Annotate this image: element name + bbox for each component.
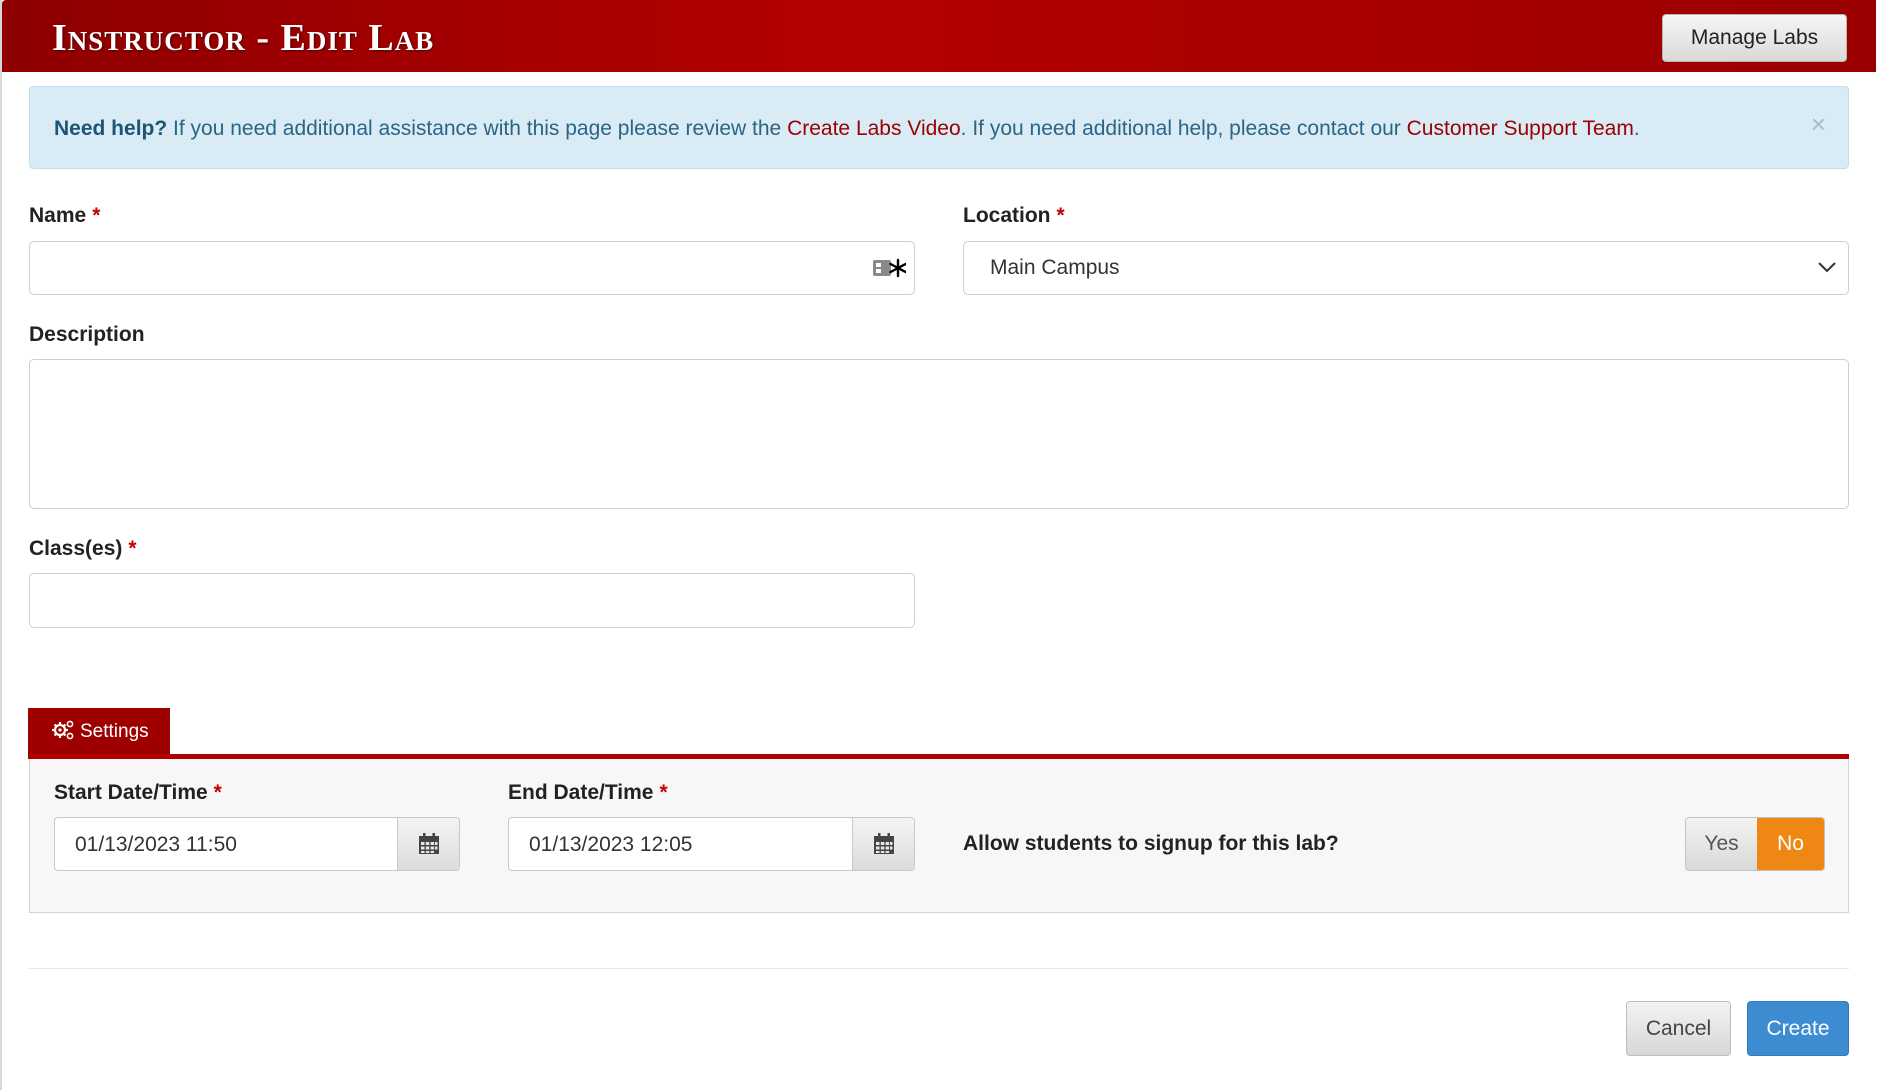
signup-yes-button[interactable]: Yes [1686,818,1757,870]
required-marker: * [659,781,668,804]
classes-label-text: Class(es) [29,537,123,560]
required-marker: * [1056,204,1065,227]
help-alert-text-2: . If you need additional help, please co… [960,117,1407,140]
page-title: Instructor - Edit Lab [52,17,435,59]
start-calendar-button[interactable] [397,818,459,870]
signup-toggle: Yes No [1685,817,1825,871]
start-datetime-label: Start Date/Time * [54,781,222,805]
help-alert: Need help? If you need additional assist… [29,86,1849,169]
calendar-icon [874,833,894,854]
description-label: Description [29,323,145,346]
password-manager-icon[interactable] [872,256,906,280]
create-labs-video-link[interactable]: Create Labs Video [787,117,961,140]
location-select[interactable]: Main Campus [963,241,1849,295]
footer-divider [29,968,1849,969]
required-marker: * [92,204,101,227]
location-label-text: Location [963,204,1051,227]
location-label: Location * [963,204,1065,228]
location-selected-value: Main Campus [990,256,1120,279]
close-icon[interactable]: × [1811,109,1826,140]
end-datetime-input[interactable]: 01/13/2023 12:05 [508,817,915,871]
help-alert-text-3: . [1633,117,1640,140]
classes-input[interactable] [29,573,915,628]
name-label: Name * [29,204,100,228]
cancel-button[interactable]: Cancel [1626,1001,1731,1056]
required-marker: * [128,537,137,560]
tab-settings[interactable]: Settings [28,708,170,756]
end-datetime-value: 01/13/2023 12:05 [529,833,693,856]
create-button[interactable]: Create [1747,1001,1849,1056]
edit-lab-page: Instructor - Edit Lab Manage Labs Need h… [0,0,1878,1090]
start-datetime-value: 01/13/2023 11:50 [75,833,237,856]
help-alert-lead: Need help? [54,117,168,140]
page-header: Instructor - Edit Lab Manage Labs [2,0,1876,72]
start-datetime-input[interactable]: 01/13/2023 11:50 [54,817,460,871]
start-datetime-label-text: Start Date/Time [54,781,208,804]
end-datetime-label: End Date/Time * [508,781,668,805]
signup-question-label: Allow students to signup for this lab? [963,832,1339,855]
classes-label: Class(es) * [29,537,137,561]
signup-no-button[interactable]: No [1757,818,1824,870]
name-label-text: Name [29,204,87,227]
end-calendar-button[interactable] [852,818,914,870]
gears-icon [52,720,74,740]
end-datetime-label-text: End Date/Time [508,781,654,804]
calendar-icon [419,833,439,854]
tab-settings-label: Settings [80,721,149,742]
chevron-down-icon [1818,262,1836,273]
name-input[interactable] [29,241,915,295]
manage-labs-button[interactable]: Manage Labs [1662,14,1847,62]
help-alert-text-1: If you need additional assistance with t… [167,117,788,140]
customer-support-link[interactable]: Customer Support Team [1407,117,1634,140]
description-textarea[interactable] [29,359,1849,509]
required-marker: * [213,781,222,804]
